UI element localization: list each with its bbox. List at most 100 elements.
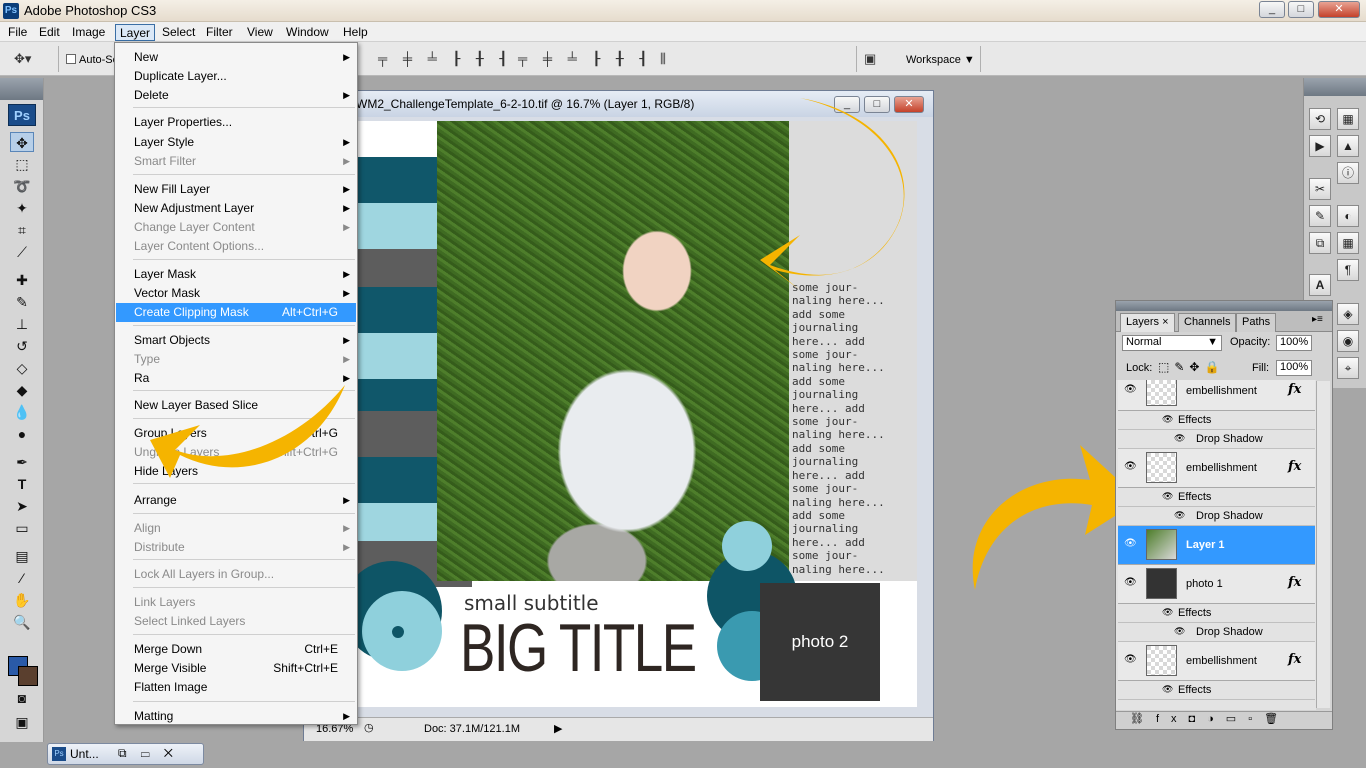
layer-name[interactable]: embellishment [1186, 655, 1257, 667]
layers-footer-icons[interactable]: ⛓fx◘◑▭▫🗑 [1116, 711, 1332, 729]
zoom-tool-icon[interactable]: 🔍 [10, 612, 34, 632]
layer-effect-row[interactable]: 👁 Drop Shadow [1118, 507, 1315, 526]
doc-close-button[interactable]: ✕ [894, 96, 924, 113]
menu-item-arrange[interactable]: Arrange ▶ [116, 491, 356, 510]
minimize-button[interactable]: _ [1259, 1, 1285, 18]
paragraph-icon[interactable]: ¶ [1337, 259, 1359, 281]
effect-eye-icon[interactable]: 👁 [1174, 433, 1185, 444]
fill-field[interactable]: 100% [1276, 360, 1312, 376]
menu-item-smart-filter[interactable]: Smart Filter ▶ [116, 152, 356, 171]
menu-item-new-layer-based-slice[interactable]: New Layer Based Slice [116, 396, 356, 415]
effect-eye-icon[interactable]: 👁 [1174, 626, 1185, 637]
status-menu-arrow-icon[interactable]: ▶ [554, 722, 562, 735]
eyedropper-icon[interactable]: ⁄ [10, 568, 34, 588]
document-canvas[interactable]: some jour- naling here... add some journ… [312, 121, 917, 707]
layer-thumbnail[interactable] [1146, 452, 1177, 483]
menu-help[interactable]: Help [339, 24, 372, 41]
bridge-icon[interactable]: ▣ [864, 51, 876, 67]
move-tool-preset-icon[interactable]: ✥▾ [14, 51, 31, 67]
histogram-icon[interactable]: ▲ [1337, 135, 1359, 157]
menu-item-merge-down[interactable]: Merge Down Ctrl+E [116, 640, 356, 659]
menu-image[interactable]: Image [68, 24, 109, 41]
blend-mode-dropdown[interactable]: Normal ▼ [1122, 335, 1222, 351]
tools-panel-header[interactable] [0, 78, 43, 100]
layer-thumbnail[interactable] [1146, 568, 1177, 599]
layer-effect-row[interactable]: 👁 Effects [1118, 681, 1315, 700]
menu-window[interactable]: Window [282, 24, 333, 41]
menu-item-ra[interactable]: Ra ▶ [116, 369, 356, 388]
healing-brush-icon[interactable]: ✚ [10, 270, 34, 290]
menu-item-layer-properties[interactable]: Layer Properties... [116, 113, 356, 132]
effect-eye-icon[interactable]: 👁 [1162, 684, 1173, 695]
paint-bucket-icon[interactable]: ◆ [10, 380, 34, 400]
layer-effects-icon[interactable]: fx [1288, 382, 1301, 397]
layer-name[interactable]: Layer 1 [1186, 539, 1225, 551]
paths-icon[interactable]: ⌖ [1337, 357, 1359, 379]
brush-tool-icon[interactable]: ✎ [10, 292, 34, 312]
eraser-tool-icon[interactable]: ◇ [10, 358, 34, 378]
menu-item-layer-style[interactable]: Layer Style ▶ [116, 133, 356, 152]
menu-item-align[interactable]: Align ▶ [116, 519, 356, 538]
close-button[interactable]: ✕ [1318, 1, 1360, 18]
pen-tool-icon[interactable]: ✒ [10, 452, 34, 472]
layers-panel-header[interactable] [1116, 301, 1332, 311]
shape-tool-icon[interactable]: ▭ [10, 518, 34, 538]
background-color-swatch[interactable] [18, 666, 38, 686]
menu-item-hide-layers[interactable]: Hide Layers [116, 462, 356, 481]
layer-effect-row[interactable]: 👁 Effects [1118, 488, 1315, 507]
move-tool-icon[interactable]: ✥ [10, 132, 34, 152]
effect-eye-icon[interactable]: 👁 [1162, 491, 1173, 502]
layer-name[interactable]: embellishment [1186, 462, 1257, 474]
menu-filter[interactable]: Filter [202, 24, 237, 41]
auto-align-icon[interactable]: ⫼ [660, 51, 666, 67]
effect-eye-icon[interactable]: 👁 [1162, 607, 1173, 618]
clone-source-icon[interactable]: ⧉ [1309, 232, 1331, 254]
navigator-icon[interactable]: ▦ [1337, 108, 1359, 130]
dock-header[interactable] [1304, 78, 1366, 96]
menu-file[interactable]: File [4, 24, 31, 41]
marquee-tool-icon[interactable]: ⬚ [10, 154, 34, 174]
document-title-bar[interactable]: WM2_ChallengeTemplate_6-2-10.tif @ 16.7%… [304, 91, 933, 117]
menu-item-new-fill-layer[interactable]: New Fill Layer ▶ [116, 180, 356, 199]
effect-eye-icon[interactable]: 👁 [1174, 510, 1185, 521]
layer-thumbnail[interactable] [1146, 380, 1177, 406]
layer-effect-row[interactable]: 👁 Effects [1118, 604, 1315, 623]
brushes-icon[interactable]: ✎ [1309, 205, 1331, 227]
distribute-icons[interactable]: ╤ ╪ ╧ ┠ ╂ ┨ [518, 51, 653, 67]
notes-tool-icon[interactable]: ▤ [10, 546, 34, 566]
menu-select[interactable]: Select [158, 24, 199, 41]
crop-tool-icon[interactable]: ⌗ [10, 220, 34, 240]
doc-minimize-button[interactable]: _ [834, 96, 860, 113]
status-info-icon[interactable]: ◷ [364, 721, 374, 734]
layer-row[interactable]: 👁 embellishment fx [1118, 642, 1315, 681]
layers-panel-icon[interactable]: ◈ [1337, 303, 1359, 325]
minimized-document[interactable]: Ps Unt... ⧉▭✕ [47, 743, 204, 765]
menu-item-group-layers[interactable]: Group Layers Ctrl+G [116, 424, 356, 443]
doc-maximize-button[interactable]: □ [864, 96, 890, 113]
layer-effects-icon[interactable]: fx [1288, 575, 1301, 590]
channels-icon[interactable]: ◉ [1337, 330, 1359, 352]
type-tool-icon[interactable]: T [10, 474, 34, 494]
effect-eye-icon[interactable]: 👁 [1162, 414, 1173, 425]
hand-tool-icon[interactable]: ✋ [10, 590, 34, 610]
menu-item-vector-mask[interactable]: Vector Mask ▶ [116, 284, 356, 303]
history-brush-icon[interactable]: ↺ [10, 336, 34, 356]
layer-effect-row[interactable]: 👁 Drop Shadow [1118, 623, 1315, 642]
layers-scrollbar[interactable] [1316, 381, 1330, 708]
layer-row[interactable]: 👁 photo 1 fx [1118, 565, 1315, 604]
menu-item-layer-mask[interactable]: Layer Mask ▶ [116, 265, 356, 284]
lock-icons[interactable]: ⬚✎✥🔒 [1158, 360, 1224, 374]
layer-effect-row[interactable]: 👁 Drop Shadow [1118, 430, 1315, 449]
menu-item-distribute[interactable]: Distribute ▶ [116, 538, 356, 557]
menu-item-ungroup-layers[interactable]: Ungroup Layers Shift+Ctrl+G [116, 443, 356, 462]
character-icon[interactable]: A [1309, 274, 1331, 296]
clone-stamp-icon[interactable]: ⊥ [10, 314, 34, 334]
actions-icon[interactable]: ▶ [1309, 135, 1331, 157]
menu-view[interactable]: View [243, 24, 277, 41]
workspace-dropdown[interactable]: Workspace ▼ [898, 52, 983, 68]
swatches-icon[interactable]: ◐ [1337, 205, 1359, 227]
menu-item-flatten-image[interactable]: Flatten Image [116, 678, 356, 697]
menu-item-matting[interactable]: Matting ▶ [116, 707, 356, 726]
layer-name[interactable]: photo 1 [1186, 578, 1223, 590]
menu-item-delete[interactable]: Delete ▶ [116, 86, 356, 105]
